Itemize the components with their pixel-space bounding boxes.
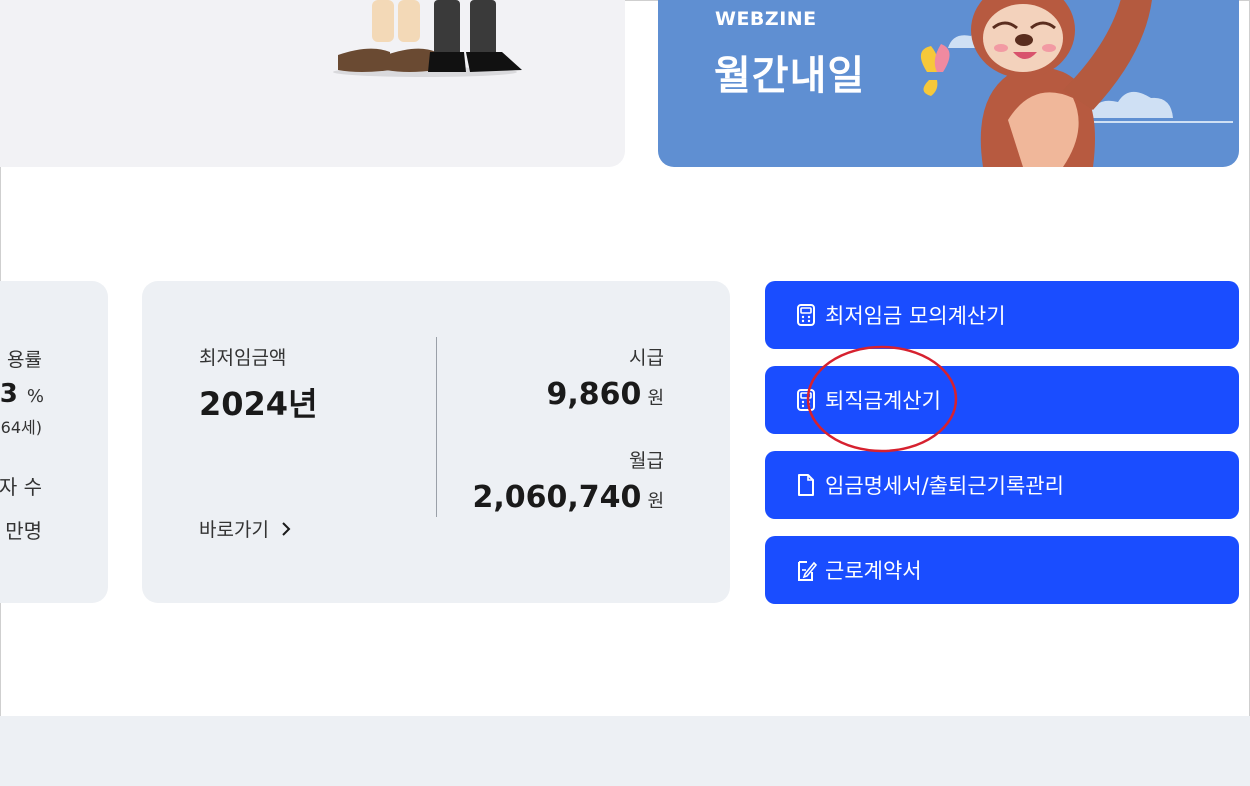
- character-figure-image: [333, 0, 522, 77]
- edit-document-icon: [798, 561, 817, 581]
- calculator-icon: [797, 389, 815, 411]
- employment-rate-label: 용률: [7, 349, 42, 371]
- webzine-subtitle: WEBZINE: [715, 8, 817, 30]
- employment-rate-value: 3 %: [0, 379, 44, 409]
- minimum-wage-year: 2024년: [199, 385, 318, 423]
- severance-calculator-button[interactable]: 퇴직금계산기: [765, 366, 1239, 434]
- chevron-right-icon: [282, 521, 291, 536]
- card-divider: [436, 337, 437, 517]
- webzine-title: 월간내일: [714, 53, 866, 99]
- goto-link[interactable]: 바로가기: [199, 515, 291, 542]
- monthly-wage-value: 2,060,740 원: [472, 480, 664, 515]
- sloth-mascot-image: [920, 0, 1233, 167]
- button-label: 퇴직금계산기: [825, 389, 941, 413]
- employed-count-label: 자 수: [0, 475, 42, 499]
- button-label: 근로계약서: [825, 559, 922, 583]
- employed-count-value: 만명: [5, 519, 42, 543]
- footer-band: [0, 716, 1250, 786]
- button-label: 임금명세서/출퇴근기록관리: [825, 474, 1064, 498]
- minimum-wage-calculator-button[interactable]: 최저임금 모의계산기: [765, 281, 1239, 349]
- document-icon: [798, 474, 814, 496]
- monthly-wage-label: 월급: [629, 450, 664, 472]
- age-range-note: 64세): [0, 418, 42, 437]
- employment-stat-card[interactable]: 용률 3 % 64세) 자 수 만명: [0, 281, 108, 603]
- promo-banner[interactable]: [0, 0, 625, 167]
- minimum-wage-label: 최저임금액: [199, 347, 287, 369]
- minimum-wage-card: 최저임금액 2024년 바로가기 시급 9,860 원 월급 2,060,740 원: [142, 281, 730, 603]
- webzine-banner[interactable]: WEBZINE 월간내일: [658, 0, 1239, 167]
- hourly-wage-label: 시급: [629, 347, 664, 369]
- hourly-wage-value: 9,860 원: [546, 377, 664, 412]
- button-label: 최저임금 모의계산기: [825, 304, 1006, 328]
- employment-contract-button[interactable]: 근로계약서: [765, 536, 1239, 604]
- goto-label: 바로가기: [199, 519, 269, 541]
- payslip-attendance-button[interactable]: 임금명세서/출퇴근기록관리: [765, 451, 1239, 519]
- calculator-icon: [797, 304, 815, 326]
